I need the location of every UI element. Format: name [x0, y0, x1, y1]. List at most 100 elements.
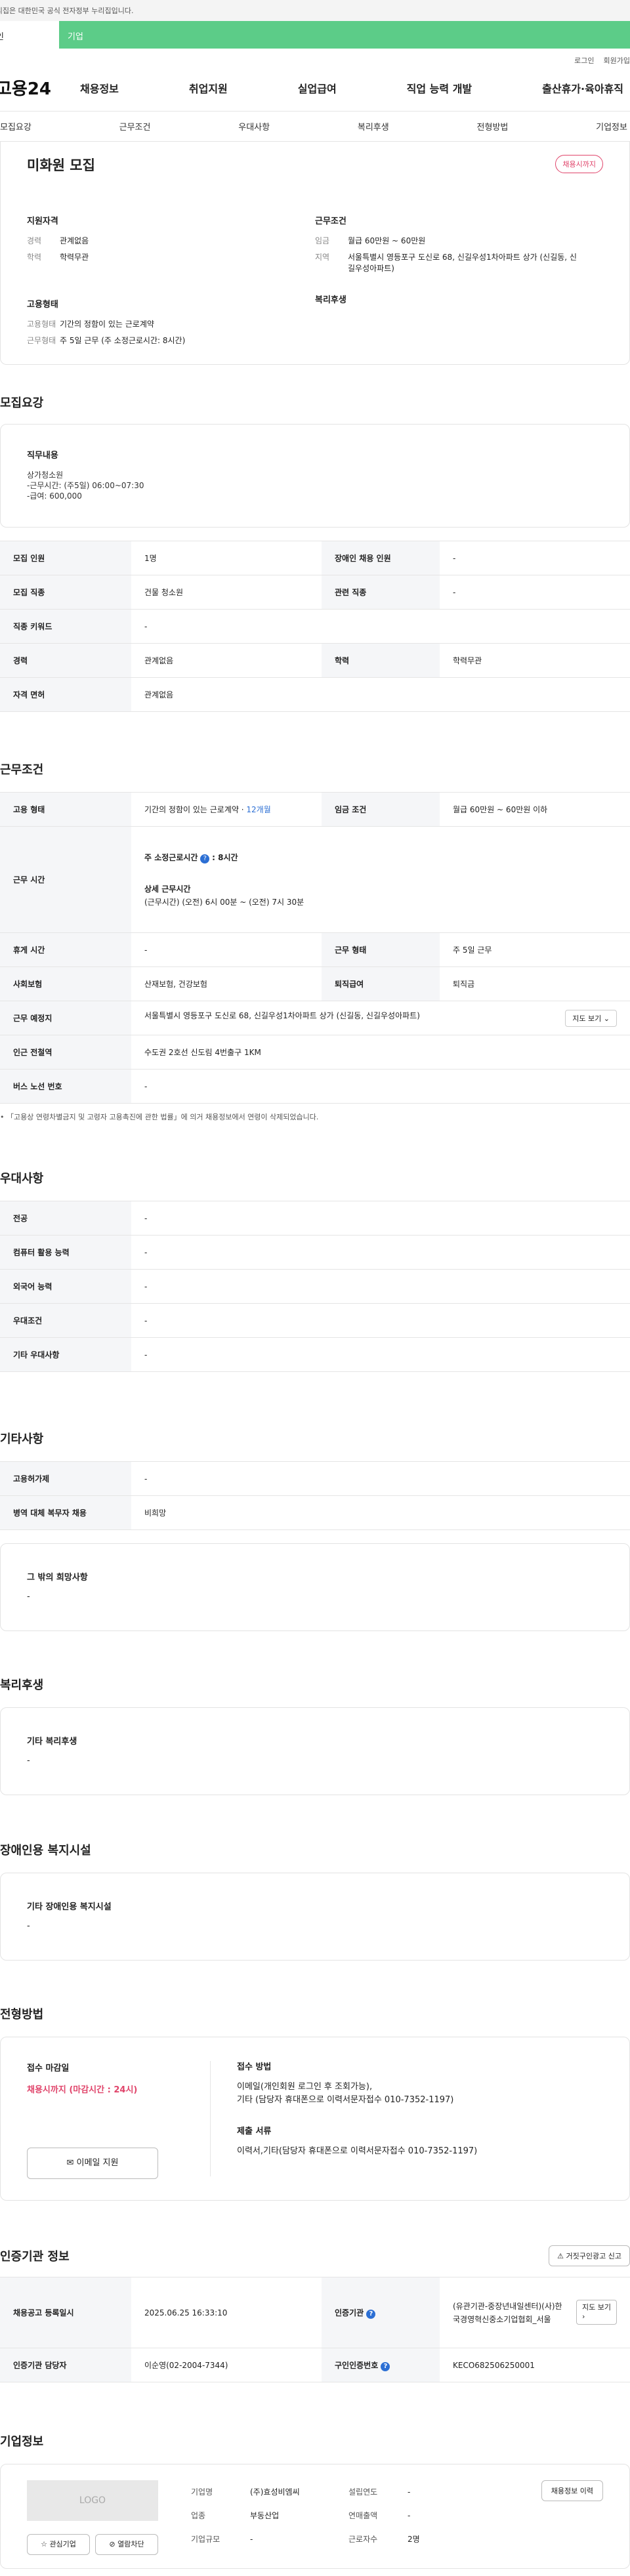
table-row: 기타 우대사항 - — [0, 1337, 630, 1372]
num-key: 구인인증번호 — [335, 2360, 379, 2370]
row-key: 버스 노선 번호 — [0, 1069, 131, 1104]
welfare-heading: 복리후생 — [315, 295, 346, 305]
favorite-button[interactable]: ☆ 관심기업 — [27, 2534, 90, 2555]
row-key: 사회보험 — [0, 966, 131, 1001]
row-value: - — [131, 1201, 630, 1236]
row-key: 컴퓨터 활용 능력 — [0, 1235, 131, 1270]
site-logo[interactable]: 고용24 — [0, 75, 75, 100]
table-row: 자격 면허 관계없음 — [0, 677, 630, 712]
map-button-label: 지도 보기 — [572, 1014, 602, 1023]
row-key: 기타 우대사항 — [0, 1337, 131, 1372]
row-value: - — [131, 1337, 630, 1372]
edu-key: 학력 — [27, 253, 42, 262]
login-link[interactable]: 로그인 — [574, 56, 594, 65]
row-key: 자격 면허 — [0, 677, 131, 712]
email-apply-button[interactable]: ✉ 이메일 지원 — [27, 2148, 158, 2179]
subnav-preferences[interactable]: 우대사항 — [238, 120, 270, 133]
gnb-training[interactable]: 직업 능력 개발 — [407, 80, 472, 96]
info-icon[interactable]: ? — [366, 2309, 376, 2319]
tab-corporate[interactable]: 기업 — [59, 21, 630, 49]
cert-heading: 인증기관 정보 — [0, 2250, 70, 2264]
company-name: (주)효성비엠씨 — [250, 2487, 300, 2497]
other-wish-label: 그 밖의 희망사항 — [27, 1573, 88, 1583]
qual-heading: 지원자격 — [27, 217, 58, 226]
subnav-company[interactable]: 기업정보 — [596, 120, 627, 133]
pref-heading: 우대사항 — [0, 1172, 44, 1186]
table-row: 인근 전철역 수도권 2호선 신도림 4번출구 1KM — [0, 1035, 630, 1070]
table-row: 병역 대체 복무자 채용 비희망 — [0, 1495, 630, 1530]
row-key: 전공 — [0, 1201, 131, 1236]
area-key: 지역 — [315, 253, 330, 262]
year-key: 설립연도 — [348, 2487, 378, 2497]
row-value: 월급 60만원 ~ 60만원 이하 — [440, 792, 630, 827]
row-value: 관계없음 — [131, 677, 630, 712]
row-key: 구인인증번호 ? — [322, 2348, 440, 2382]
row-value: - — [131, 1461, 630, 1496]
other-wish-box: 그 밖의 희망사항 - — [0, 1543, 630, 1631]
age-note-text: 「고용상 연령차별금지 및 고령자 고용촉진에 관한 법률」에 의거 채용정보에… — [7, 1113, 319, 1121]
util-links: 로그인 회원가입 — [0, 49, 630, 65]
report-button[interactable]: ⚠ 거짓구인광고 신고 — [549, 2245, 630, 2266]
job-summary-card: 미화원 모집 채용시까지 지원자격 경력 관계없음 학력 학력무관 고용형태 고용형… — [0, 142, 630, 365]
detail-label: 상세 근무시간 — [144, 884, 191, 894]
disabled-heading: 장애인용 복지시설 — [0, 1844, 91, 1858]
conditions-table: 고용 형태 기간의 정함이 있는 근로계약 · 12개월 임금 조건 월급 60… — [0, 792, 630, 1104]
row-value: - — [131, 932, 322, 967]
tab-individual[interactable]: 개인 — [0, 21, 59, 49]
disabled-box: 기타 장애인용 복지시설 - — [0, 1873, 630, 1961]
gnb-unemployment[interactable]: 실업급여 — [298, 80, 337, 96]
job-history-button[interactable]: 채용정보 이력 — [541, 2480, 603, 2501]
job-title: 미화원 모집 — [27, 157, 95, 173]
company-logo: LOGO — [27, 2480, 158, 2521]
welfare-value: - — [27, 1756, 30, 1766]
subnav-recruit[interactable]: 모집요강 — [0, 120, 32, 133]
row-value: - — [131, 1269, 630, 1304]
row-value: 서울특별시 영등포구 도신로 68, 신길우성1차아파트 상가 (신길동, 신길… — [131, 1001, 630, 1035]
table-row: 사회보험 산재보험, 건강보험 퇴직급여 퇴직금 — [0, 966, 630, 1001]
email-apply-label: 이메일 지원 — [76, 2158, 119, 2168]
company-heading: 기업정보 — [0, 2435, 44, 2449]
conditions-heading: 근무조건 — [0, 763, 44, 777]
row-key: 모집 직종 — [0, 575, 131, 610]
weekly-label: 주 소정근로시간 — [144, 852, 198, 862]
company-name-key: 기업명 — [191, 2487, 213, 2497]
table-row: 우대조건 - — [0, 1303, 630, 1338]
org-map-button[interactable]: 지도 보기 › — [576, 2299, 617, 2325]
map-label: 지도 보기 — [582, 2302, 611, 2312]
deadline-value: 채용시까지 (마감시간 : 24시) — [27, 2085, 138, 2095]
row-key: 학력 — [322, 643, 440, 678]
subnav-screening[interactable]: 전형방법 — [477, 120, 509, 133]
signup-link[interactable]: 회원가입 — [604, 56, 630, 65]
form-key: 근무형태 — [27, 336, 56, 345]
disabled-value: - — [27, 1921, 30, 1931]
gnb-leave[interactable]: 출산휴가·육아휴직 — [542, 80, 623, 96]
table-row: 인증기관 담당자 이순영(02-2004-7344) 구인인증번호 ? KECO… — [0, 2348, 630, 2382]
global-nav: 고용24 채용정보 취업지원 실업급여 직업 능력 개발 출산휴가·육아휴직 — [0, 64, 630, 112]
table-row: 근무 예정지 서울특별시 영등포구 도신로 68, 신길우성1차아파트 상가 (… — [0, 1001, 630, 1035]
info-icon[interactable]: ? — [381, 2361, 390, 2371]
welfare-label: 기타 복리후생 — [27, 1737, 77, 1747]
duty-line: -급여: 600,000 — [27, 491, 82, 501]
welfare-section-heading: 복리후생 — [0, 1678, 44, 1692]
block-label: 열람차단 — [117, 2540, 144, 2548]
info-icon[interactable]: ? — [200, 854, 210, 863]
row-value: 1명 — [131, 541, 322, 575]
row-key: 고용 형태 — [0, 792, 131, 827]
row-value: - — [131, 609, 630, 644]
block-button[interactable]: ⊘ 열람차단 — [95, 2534, 158, 2555]
report-label: 거짓구인광고 신고 — [566, 2252, 621, 2260]
cert-table: 채용공고 등록일시 2025.06.25 16:33:10 인증기관 ? 지도 … — [0, 2277, 630, 2382]
disabled-label: 기타 장애인용 복지시설 — [27, 1902, 112, 1912]
gnb-employment-support[interactable]: 취업지원 — [189, 80, 228, 96]
star-icon: ☆ — [41, 2540, 47, 2548]
row-key: 직종 키워드 — [0, 609, 131, 644]
row-value: KECO682506250001 — [440, 2348, 630, 2382]
map-button[interactable]: 지도 보기 ⌄ — [565, 1009, 617, 1027]
subnav-conditions[interactable]: 근무조건 — [119, 120, 151, 133]
subnav-welfare[interactable]: 복리후생 — [358, 120, 389, 133]
screening-box: 접수 마감일 채용시까지 (마감시간 : 24시) ✉ 이메일 지원 접수 방법… — [0, 2037, 630, 2201]
row-value: 학력무관 — [440, 643, 630, 678]
table-row: 버스 노선 번호 - — [0, 1069, 630, 1104]
table-row: 고용허가제 - — [0, 1461, 630, 1496]
gnb-jobs[interactable]: 채용정보 — [80, 80, 119, 96]
